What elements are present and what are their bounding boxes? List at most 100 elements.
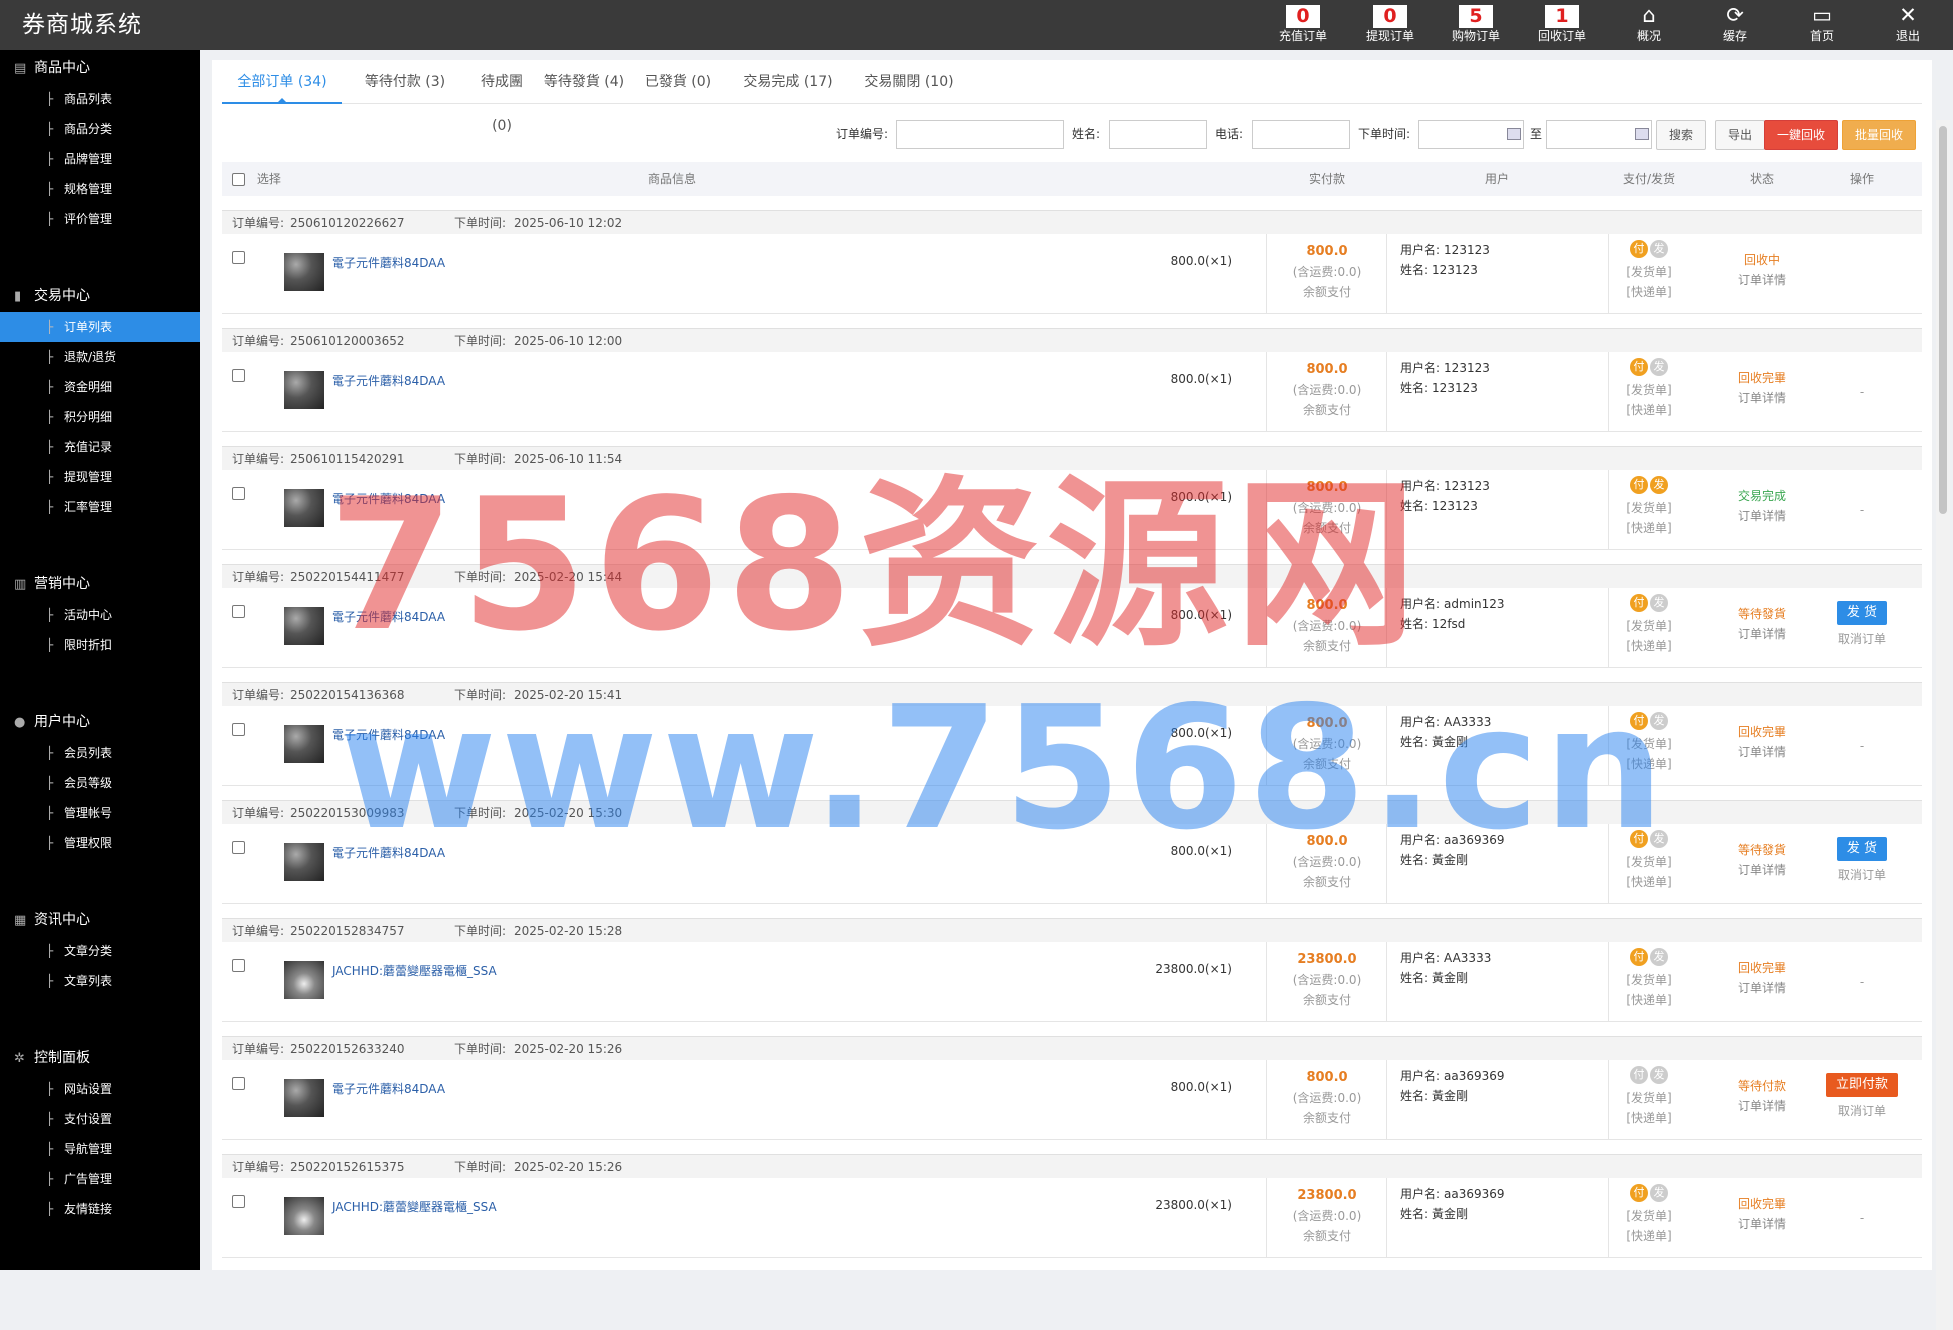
order-detail-link[interactable]: 订单详情 bbox=[1712, 624, 1812, 644]
ship-slip-link[interactable]: [发货单] bbox=[1609, 734, 1689, 754]
ship-slip-link[interactable]: [发货单] bbox=[1609, 616, 1689, 636]
sidebar-group-3[interactable]: ● 用户中心 bbox=[0, 706, 200, 738]
export-button[interactable]: 导出 bbox=[1715, 120, 1765, 150]
sidebar-item[interactable]: ├ 退款/退货 bbox=[0, 342, 200, 372]
order-checkbox[interactable] bbox=[232, 1195, 245, 1208]
cancel-order-link[interactable]: 取消订单 bbox=[1812, 629, 1912, 649]
sidebar-item[interactable]: ├ 限时折扣 bbox=[0, 630, 200, 660]
topnav-recharge-order[interactable]: 0 充值订单 bbox=[1262, 0, 1344, 50]
ship-slip-link[interactable]: [发货单] bbox=[1609, 1088, 1689, 1108]
topnav-close-icon[interactable]: ✕ 退出 bbox=[1867, 0, 1949, 50]
order-checkbox[interactable] bbox=[232, 723, 245, 736]
product-name-link[interactable]: JACHHD:蘑蕾變壓器電櫃_SSA bbox=[332, 962, 497, 979]
product-name-link[interactable]: 電子元件蘑料84DAA bbox=[332, 844, 445, 861]
product-name-link[interactable]: 電子元件蘑料84DAA bbox=[332, 372, 445, 389]
express-slip-link[interactable]: [快递单] bbox=[1609, 1226, 1689, 1246]
ship-slip-link[interactable]: [发货单] bbox=[1609, 262, 1689, 282]
tab-6[interactable]: 交易關閉 (10) bbox=[854, 60, 964, 104]
sidebar-item[interactable]: ├ 文章分类 bbox=[0, 936, 200, 966]
tab-1[interactable]: 等待付款 (3) bbox=[350, 60, 460, 104]
select-all[interactable]: 选择 bbox=[232, 162, 292, 196]
order-detail-link[interactable]: 订单详情 bbox=[1712, 978, 1812, 998]
sidebar-item[interactable]: ├ 会员等级 bbox=[0, 768, 200, 798]
sidebar-item[interactable]: ├ 管理帐号 bbox=[0, 798, 200, 828]
topnav-withdraw-order[interactable]: 0 提现订单 bbox=[1349, 0, 1431, 50]
express-slip-link[interactable]: [快递单] bbox=[1609, 1108, 1689, 1128]
sidebar-item[interactable]: ├ 活动中心 bbox=[0, 600, 200, 630]
product-thumbnail[interactable] bbox=[284, 1197, 324, 1235]
express-slip-link[interactable]: [快递单] bbox=[1609, 636, 1689, 656]
cancel-order-link[interactable]: 取消订单 bbox=[1812, 1101, 1912, 1121]
order-detail-link[interactable]: 订单详情 bbox=[1712, 1096, 1812, 1116]
sidebar-group-0[interactable]: ▤ 商品中心 bbox=[0, 52, 200, 84]
scrollbar-thumb[interactable] bbox=[1939, 126, 1947, 514]
sidebar-group-1[interactable]: ▮ 交易中心 bbox=[0, 280, 200, 312]
name-input[interactable] bbox=[1109, 120, 1207, 149]
product-name-link[interactable]: 電子元件蘑料84DAA bbox=[332, 254, 445, 271]
sidebar-item[interactable]: ├ 订单列表 bbox=[0, 312, 200, 342]
calendar-icon[interactable] bbox=[1507, 128, 1521, 140]
express-slip-link[interactable]: [快递单] bbox=[1609, 518, 1689, 538]
product-name-link[interactable]: JACHHD:蘑蕾變壓器電櫃_SSA bbox=[332, 1198, 497, 1215]
product-name-link[interactable]: 電子元件蘑料84DAA bbox=[332, 1080, 445, 1097]
sidebar-item[interactable]: ├ 充值记录 bbox=[0, 432, 200, 462]
sidebar-item[interactable]: ├ 汇率管理 bbox=[0, 492, 200, 522]
ship-slip-link[interactable]: [发货单] bbox=[1609, 1206, 1689, 1226]
topnav-refresh-icon[interactable]: ⟳ 缓存 bbox=[1694, 0, 1776, 50]
product-thumbnail[interactable] bbox=[284, 1079, 324, 1117]
sidebar-item[interactable]: ├ 友情链接 bbox=[0, 1194, 200, 1224]
sidebar-item[interactable]: ├ 积分明细 bbox=[0, 402, 200, 432]
order-detail-link[interactable]: 订单详情 bbox=[1712, 860, 1812, 880]
ship-slip-link[interactable]: [发货单] bbox=[1609, 852, 1689, 872]
topnav-monitor-icon[interactable]: ▭ 首页 bbox=[1781, 0, 1863, 50]
order-detail-link[interactable]: 订单详情 bbox=[1712, 388, 1812, 408]
sidebar-group-4[interactable]: ▦ 资讯中心 bbox=[0, 904, 200, 936]
sidebar-item[interactable]: ├ 商品列表 bbox=[0, 84, 200, 114]
express-slip-link[interactable]: [快递单] bbox=[1609, 400, 1689, 420]
ship-button[interactable]: 发 货 bbox=[1836, 837, 1888, 861]
express-slip-link[interactable]: [快递单] bbox=[1609, 872, 1689, 892]
tab-4[interactable]: 已發貨 (0) bbox=[634, 60, 722, 104]
sidebar-item[interactable]: ├ 会员列表 bbox=[0, 738, 200, 768]
sidebar-item[interactable]: ├ 品牌管理 bbox=[0, 144, 200, 174]
sidebar-group-2[interactable]: ▥ 营销中心 bbox=[0, 568, 200, 600]
product-name-link[interactable]: 電子元件蘑料84DAA bbox=[332, 726, 445, 743]
product-thumbnail[interactable] bbox=[284, 961, 324, 999]
order-checkbox[interactable] bbox=[232, 959, 245, 972]
sidebar-item[interactable]: ├ 规格管理 bbox=[0, 174, 200, 204]
product-thumbnail[interactable] bbox=[284, 489, 324, 527]
topnav-shopping-order[interactable]: 5 购物订单 bbox=[1435, 0, 1517, 50]
sidebar-item[interactable]: ├ 支付设置 bbox=[0, 1104, 200, 1134]
product-name-link[interactable]: 電子元件蘑料84DAA bbox=[332, 490, 445, 507]
order-checkbox[interactable] bbox=[232, 605, 245, 618]
product-thumbnail[interactable] bbox=[284, 607, 324, 645]
express-slip-link[interactable]: [快递单] bbox=[1609, 990, 1689, 1010]
scrollbar[interactable] bbox=[1936, 120, 1950, 1330]
order-checkbox[interactable] bbox=[232, 251, 245, 264]
sidebar-item[interactable]: ├ 提现管理 bbox=[0, 462, 200, 492]
tab-2[interactable]: 待成團 (0) bbox=[470, 60, 534, 134]
sidebar-item[interactable]: ├ 资金明细 bbox=[0, 372, 200, 402]
sidebar-item[interactable]: ├ 广告管理 bbox=[0, 1164, 200, 1194]
product-thumbnail[interactable] bbox=[284, 843, 324, 881]
order-checkbox[interactable] bbox=[232, 369, 245, 382]
ship-slip-link[interactable]: [发货单] bbox=[1609, 380, 1689, 400]
ship-button[interactable]: 发 货 bbox=[1836, 601, 1888, 625]
ship-slip-link[interactable]: [发货单] bbox=[1609, 498, 1689, 518]
product-name-link[interactable]: 電子元件蘑料84DAA bbox=[332, 608, 445, 625]
search-button[interactable]: 搜索 bbox=[1656, 120, 1706, 150]
tab-3[interactable]: 等待發貨 (4) bbox=[542, 60, 626, 104]
order-checkbox[interactable] bbox=[232, 487, 245, 500]
order-detail-link[interactable]: 订单详情 bbox=[1712, 1214, 1812, 1234]
topnav-home-icon[interactable]: ⌂ 概况 bbox=[1608, 0, 1690, 50]
phone-input[interactable] bbox=[1252, 120, 1350, 149]
tab-0[interactable]: 全部订单 (34) bbox=[222, 60, 342, 104]
cancel-order-link[interactable]: 取消订单 bbox=[1812, 865, 1912, 885]
topnav-recycle-order[interactable]: 1 回收订单 bbox=[1521, 0, 1603, 50]
tab-5[interactable]: 交易完成 (17) bbox=[730, 60, 846, 104]
one-click-recycle-button[interactable]: 一鍵回收 bbox=[1764, 120, 1838, 150]
select-all-checkbox[interactable] bbox=[232, 173, 245, 186]
ship-slip-link[interactable]: [发货单] bbox=[1609, 970, 1689, 990]
express-slip-link[interactable]: [快递单] bbox=[1609, 754, 1689, 774]
sidebar-item[interactable]: ├ 导航管理 bbox=[0, 1134, 200, 1164]
